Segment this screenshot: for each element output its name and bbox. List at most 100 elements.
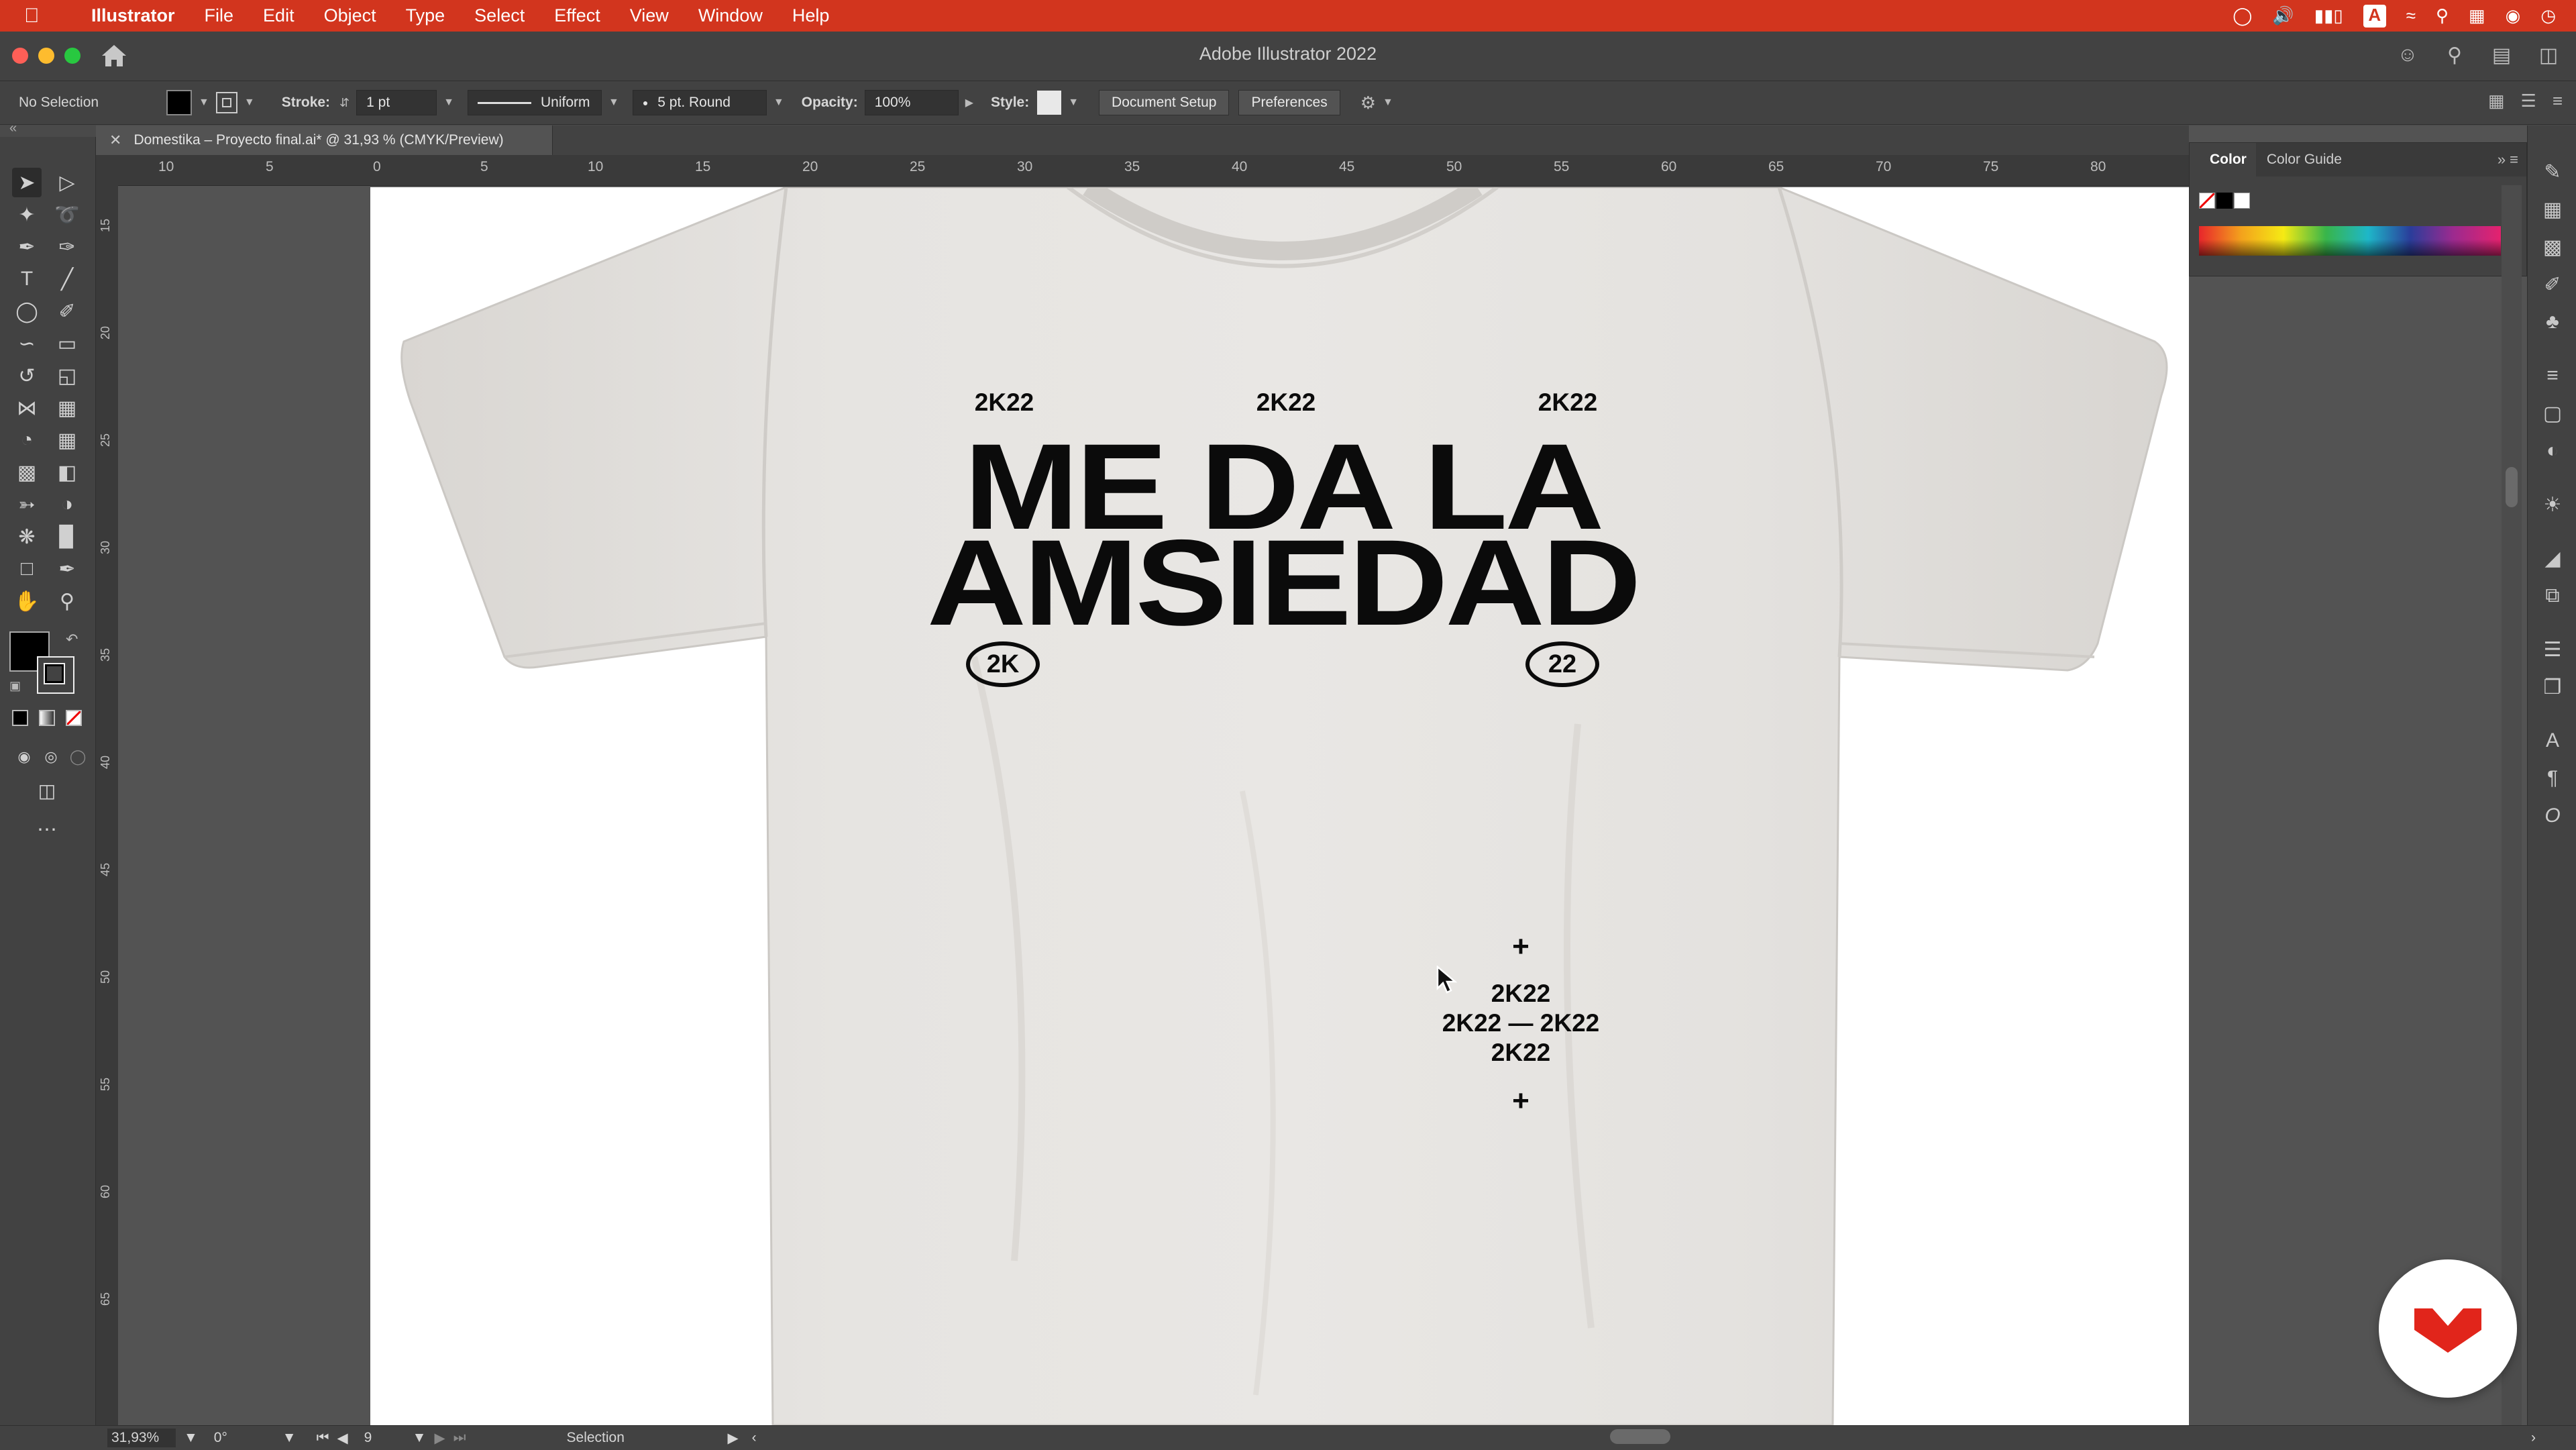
stroke-weight-field[interactable]: 1 pt (356, 90, 437, 115)
zoom-level-field[interactable]: 31,93% (107, 1429, 176, 1447)
rotation-field[interactable]: 0° (214, 1430, 274, 1446)
color-spectrum-bar[interactable] (2199, 226, 2501, 256)
align-icon[interactable]: ☰ (2521, 91, 2536, 111)
previous-artboard-icon[interactable]: ◀ (337, 1430, 348, 1447)
screen-mode-icon[interactable]: ◫ (32, 776, 62, 805)
scale-tool-icon[interactable]: ◱ (52, 361, 82, 391)
document-setup-button[interactable]: Document Setup (1099, 90, 1230, 115)
opentype-panel-icon[interactable]: O (2540, 803, 2565, 829)
export-panel-icon[interactable]: ❐ (2540, 674, 2565, 700)
black-swatch[interactable] (2216, 193, 2233, 209)
none-swatch[interactable] (2199, 193, 2215, 209)
opacity-label[interactable]: Opacity: (802, 95, 858, 111)
arrange-documents-icon[interactable]: ⚙ (1360, 93, 1376, 113)
search-icon[interactable]: ⚲ (2440, 41, 2469, 69)
width-tool-icon[interactable]: ⋈ (12, 393, 42, 423)
slice-tool-icon[interactable]: ✒ (52, 554, 82, 584)
chevron-down-icon[interactable]: ▼ (443, 97, 454, 109)
properties-icon[interactable]: ✎ (2540, 159, 2565, 185)
panel-menu-icon[interactable]: ≡ (2553, 91, 2563, 111)
line-segment-tool-icon[interactable]: ╱ (52, 264, 82, 294)
canvas-area[interactable]: 2K22 2K22 2K22 ME DA LA AMSIEDAD 2K 22 +… (118, 186, 2189, 1425)
column-graph-tool-icon[interactable]: ▉ (52, 522, 82, 552)
creative-cloud-icon[interactable]: ◯ (2233, 5, 2252, 26)
artwork-plus-top[interactable]: + (1501, 932, 1541, 962)
appearance-icon[interactable]: ☀ (2540, 492, 2565, 517)
free-transform-tool-icon[interactable]: ▦ (52, 393, 82, 423)
document-tab[interactable]: ✕ Domestika – Proyecto final.ai* @ 31,93… (96, 125, 553, 155)
artboard-number-field[interactable]: 9 (364, 1430, 405, 1446)
collapse-panels-icon[interactable]: « (9, 121, 17, 136)
swatches-icon[interactable]: ▩ (2540, 234, 2565, 260)
symbol-sprayer-tool-icon[interactable]: ❋ (12, 522, 42, 552)
menu-select[interactable]: Select (460, 5, 539, 26)
stroke-indicator[interactable] (37, 656, 74, 694)
paintbrush-tool-icon[interactable]: ✐ (52, 297, 82, 326)
white-swatch[interactable] (2234, 193, 2250, 209)
draw-normal-icon[interactable]: ◉ (9, 742, 39, 772)
apple-icon[interactable]:  (24, 5, 51, 28)
transform-panel-icon[interactable]: ☰ (2540, 637, 2565, 662)
brush-definition-select[interactable]: ● 5 pt. Round (632, 90, 767, 115)
close-tab-icon[interactable]: ✕ (109, 132, 121, 149)
artwork-tag-right[interactable]: 2K22 (1517, 389, 1618, 417)
tab-color[interactable]: Color (2190, 143, 2256, 176)
curvature-tool-icon[interactable]: ✑ (52, 232, 82, 262)
libraries-icon[interactable]: ▦ (2540, 197, 2565, 222)
chevron-down-icon[interactable]: ▼ (413, 1430, 427, 1446)
stroke-color-swatch[interactable] (215, 92, 237, 113)
artwork-tag-left[interactable]: 2K22 (954, 389, 1055, 417)
artboard-tool-icon[interactable]: □ (12, 554, 42, 584)
color-mode-icon[interactable] (12, 710, 28, 726)
lasso-tool-icon[interactable]: ➰ (52, 200, 82, 229)
artwork-pill-right[interactable]: 22 (1525, 641, 1599, 687)
draw-behind-icon[interactable]: ◎ (36, 742, 66, 772)
chevron-down-icon[interactable]: ▼ (1068, 97, 1079, 109)
menu-help[interactable]: Help (777, 5, 845, 26)
artwork-headline-line2[interactable]: AMSIEDAD (866, 521, 1700, 643)
transparency-icon[interactable]: ◐ (2540, 438, 2565, 464)
symbols-icon[interactable]: ♣ (2540, 309, 2565, 335)
artwork-stack-line2[interactable]: 2K22 — 2K22 (1420, 1008, 1621, 1038)
vertical-scroll-thumb[interactable] (2506, 467, 2518, 507)
zoom-tool-icon[interactable]: ⚲ (52, 586, 82, 616)
artwork-plus-bottom[interactable]: + (1501, 1086, 1541, 1116)
rotate-tool-icon[interactable]: ↺ (12, 361, 42, 391)
chevron-down-icon[interactable]: ▼ (773, 97, 784, 109)
horizontal-scroll-thumb[interactable] (1610, 1429, 1670, 1444)
first-artboard-icon[interactable]: ⏮ (317, 1430, 329, 1446)
stroke-panel-icon[interactable]: ≡ (2540, 363, 2565, 389)
menu-object[interactable]: Object (309, 5, 391, 26)
panel-menu-icon[interactable]: » ≡ (2498, 151, 2518, 168)
hand-tool-icon[interactable]: ✋ (12, 586, 42, 616)
gradient-tool-icon[interactable]: ◧ (52, 458, 82, 487)
status-menu-icon[interactable]: ▶ (728, 1430, 739, 1447)
draw-inside-icon[interactable]: ◯ (63, 742, 93, 772)
edit-toolbar-icon[interactable]: ⋯ (32, 815, 62, 844)
next-artboard-icon[interactable]: ▶ (434, 1430, 445, 1447)
panel-toggle-icon[interactable]: ◫ (2534, 41, 2563, 69)
share-user-icon[interactable]: ☺ (2394, 41, 2422, 69)
menu-window[interactable]: Window (684, 5, 777, 26)
chevron-down-icon[interactable]: ▼ (184, 1430, 198, 1446)
menu-effect[interactable]: Effect (539, 5, 615, 26)
artwork-stack-line3[interactable]: 2K22 (1420, 1038, 1621, 1068)
chevron-down-icon[interactable]: ▼ (244, 97, 255, 109)
artboard[interactable]: 2K22 2K22 2K22 ME DA LA AMSIEDAD 2K 22 +… (370, 187, 2189, 1425)
chevron-down-icon[interactable]: ▼ (608, 97, 619, 109)
brushes-icon[interactable]: ✐ (2540, 272, 2565, 297)
pen-tool-icon[interactable]: ✒ (12, 232, 42, 262)
workspace-switcher-icon[interactable]: ▤ (2487, 41, 2516, 69)
preferences-button[interactable]: Preferences (1238, 90, 1340, 115)
ruler-origin[interactable] (96, 155, 118, 185)
mesh-tool-icon[interactable]: ▩ (12, 458, 42, 487)
menu-type[interactable]: Type (391, 5, 460, 26)
vertical-ruler[interactable]: 15 20 25 30 35 40 45 50 55 60 65 (96, 185, 119, 1425)
blend-tool-icon[interactable]: ◑ (52, 490, 82, 519)
scroll-left-icon[interactable]: ‹ (752, 1430, 757, 1446)
clock-icon[interactable]: ◷ (2540, 5, 2556, 26)
volume-icon[interactable]: 🔊 (2272, 5, 2294, 26)
selection-tool-icon[interactable]: ➤ (12, 168, 42, 197)
gradient-mode-icon[interactable] (39, 710, 55, 726)
eraser-tool-icon[interactable]: ▭ (52, 329, 82, 358)
